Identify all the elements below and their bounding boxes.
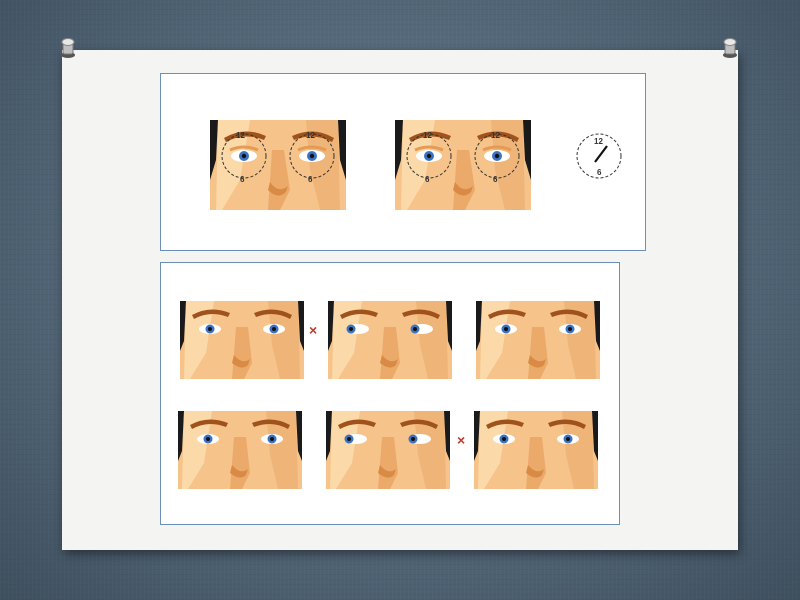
clock-icon: 12 6	[576, 133, 622, 179]
face-row2-2	[326, 411, 450, 489]
face-2-label-bottom-right: 6	[493, 175, 498, 184]
face-1-label-top-right: 12	[306, 131, 315, 140]
face-1-label-bottom-right: 6	[308, 175, 313, 184]
clock-label-top: 12	[594, 137, 603, 146]
face-2-label-top-right: 12	[491, 131, 500, 140]
face-2-label-bottom-left: 6	[425, 175, 430, 184]
face-row2-3	[474, 411, 598, 489]
pin-left-icon	[61, 38, 75, 58]
face-row1-1	[180, 301, 304, 379]
face-row1-2	[328, 301, 452, 379]
clock-label-bottom: 6	[597, 168, 602, 177]
face-diagram-1: 12 12 6 6	[208, 118, 348, 212]
marker-row-2: ×	[457, 432, 465, 448]
face-2-label-top-left: 12	[423, 131, 432, 140]
face-1-label-top-left: 12	[236, 131, 245, 140]
marker-row-1: ×	[309, 322, 317, 338]
face-row2-1	[178, 411, 302, 489]
bottom-panel: × ×	[160, 262, 620, 525]
face-diagram-2: 12 12 6 6	[393, 118, 533, 212]
top-panel: 12 12 6 6 12 12 6 6 12 6	[160, 73, 646, 251]
face-row1-3	[476, 301, 600, 379]
pin-right-icon	[723, 38, 737, 58]
face-1-label-bottom-left: 6	[240, 175, 245, 184]
